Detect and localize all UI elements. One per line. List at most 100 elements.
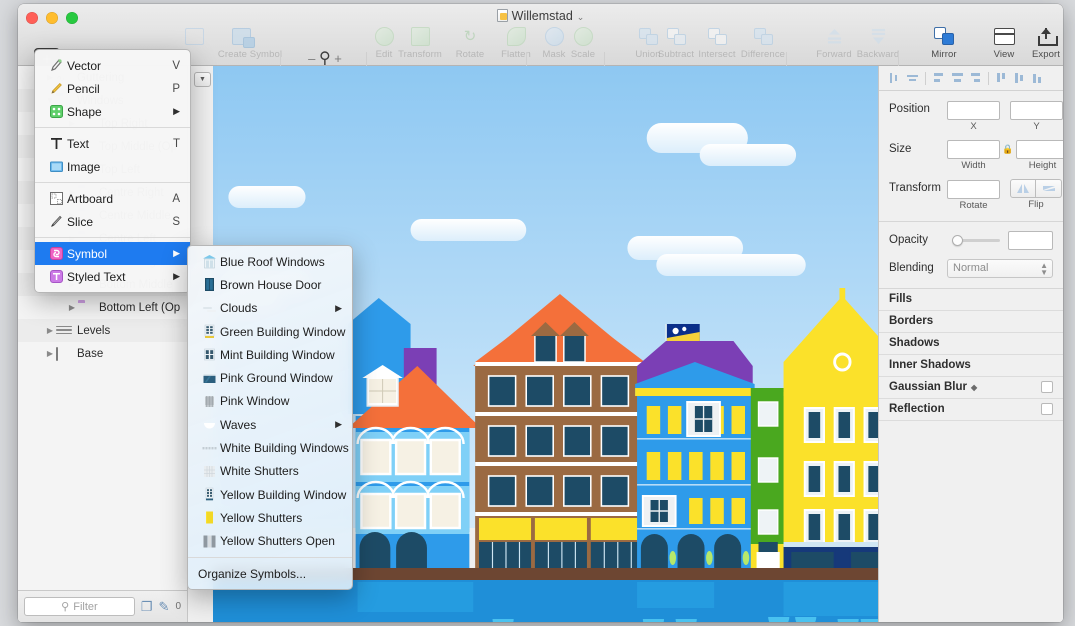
document-title[interactable]: Willemstad⌄ — [18, 9, 1063, 23]
flip-horizontal-button[interactable] — [1010, 179, 1036, 198]
slice-icon — [45, 214, 67, 229]
symbol-menu-item-blue-roof-windows[interactable]: Blue Roof Windows — [188, 250, 352, 273]
align-top-icon[interactable] — [993, 70, 1011, 86]
align-vertical-icon[interactable] — [885, 70, 903, 86]
position-x-input[interactable] — [947, 101, 1000, 120]
menu-separator — [35, 127, 190, 128]
insert-menu[interactable]: VectorVPencilPShape▶TextTImageArtboardAS… — [34, 49, 191, 293]
stepper-icon[interactable]: ◆ — [971, 383, 977, 392]
search-icon: ⚲ — [61, 600, 69, 613]
layer-label: Bottom Left (Op — [99, 302, 180, 314]
inspector-section-header[interactable]: Gaussian Blur◆ — [879, 377, 1063, 399]
menu-item-shape[interactable]: Shape▶ — [35, 100, 190, 123]
symbol-menu-item-white-building-windows[interactable]: White Building Windows — [188, 436, 352, 459]
layer-disclosure-triangle[interactable]: ▶ — [66, 303, 78, 312]
inspector-section-header[interactable]: Reflection — [879, 399, 1063, 421]
align-right-icon[interactable] — [966, 70, 984, 86]
opacity-row: Opacity — [889, 231, 1053, 250]
window-controls[interactable] — [26, 12, 78, 24]
toolbar-mirror[interactable]: Mirror — [916, 26, 972, 60]
layer-label: Levels — [77, 325, 110, 337]
zoom-out-button[interactable]: – — [308, 51, 315, 66]
brown-house-door-symbol — [198, 277, 220, 292]
minimize-button[interactable] — [46, 12, 58, 24]
layer-disclosure-triangle[interactable]: ▶ — [44, 326, 56, 335]
toolbar-scale[interactable]: Scale — [555, 26, 611, 60]
white-building-windows-symbol — [198, 441, 220, 456]
ruler-toggle-button[interactable]: ▼ — [194, 72, 211, 87]
menu-item-slice[interactable]: SliceS — [35, 210, 190, 233]
toolbar-create-symbol-icon-b[interactable] — [213, 26, 269, 48]
styled-text-icon — [45, 269, 67, 284]
search-icon[interactable]: ⚲ — [319, 50, 331, 67]
symbol-menu-item-green-building-window[interactable]: Green Building Window — [188, 320, 352, 343]
symbol-menu-item-yellow-building-window[interactable]: Yellow Building Window — [188, 483, 352, 506]
symbol-menu-item-clouds[interactable]: Clouds▶ — [188, 297, 352, 320]
edit-layer-button[interactable]: ✎ — [159, 599, 170, 615]
chevron-down-icon[interactable]: ⌄ — [577, 12, 585, 22]
symbol-menu-item-waves[interactable]: Waves▶ — [188, 413, 352, 436]
zoom-button[interactable] — [66, 12, 78, 24]
layer-row[interactable]: ▶ Levels — [18, 319, 187, 342]
inspector-section-header[interactable]: Inner Shadows — [879, 355, 1063, 377]
document-icon — [497, 9, 508, 22]
zoom-in-button[interactable]: + — [334, 51, 342, 66]
symbol-menu-item-white-shutters[interactable]: White Shutters — [188, 460, 352, 483]
duplicate-layer-button[interactable]: ❐ — [141, 599, 153, 615]
menu-item-pencil[interactable]: PencilP — [35, 77, 190, 100]
menu-item-vector[interactable]: VectorV — [35, 54, 190, 77]
toolbar-transform[interactable]: Transform — [392, 26, 448, 60]
close-button[interactable] — [26, 12, 38, 24]
blending-select[interactable]: Normal ▲▼ — [947, 259, 1053, 278]
opacity-slider-knob[interactable] — [952, 235, 963, 246]
symbol-menu-item-mint-building-window[interactable]: Mint Building Window — [188, 343, 352, 366]
symbol-create-icon — [185, 28, 204, 45]
align-toolbar[interactable] — [879, 66, 1063, 91]
toolbar-difference[interactable]: Difference — [735, 26, 791, 60]
section-checkbox[interactable] — [1041, 403, 1053, 415]
organize-symbols-menu-item[interactable]: Organize Symbols... — [188, 562, 352, 585]
position-y-input[interactable] — [1010, 101, 1063, 120]
filter-input[interactable]: ⚲ Filter — [24, 597, 135, 616]
menu-item-image[interactable]: Image — [35, 155, 190, 178]
opacity-label: Opacity — [889, 231, 947, 250]
symbol-menu-item-brown-house-door[interactable]: Brown House Door — [188, 273, 352, 296]
inspector-section-header[interactable]: Borders — [879, 311, 1063, 333]
forward-icon — [825, 28, 844, 45]
rotate-input[interactable] — [947, 180, 1000, 199]
align-horizontal-icon[interactable] — [903, 70, 921, 86]
blue-roof-windows-symbol — [198, 254, 220, 269]
inspector-section-header[interactable]: Shadows — [879, 333, 1063, 355]
text-icon — [45, 136, 67, 151]
section-checkbox[interactable] — [1041, 381, 1053, 393]
flip-vertical-button[interactable] — [1036, 179, 1062, 198]
symbol-menu-item-yellow-shutters[interactable]: Yellow Shutters — [188, 506, 352, 529]
layer-row[interactable]: ▶ Bottom Left (Op — [18, 296, 187, 319]
menu-item-symbol[interactable]: Symbol▶ — [35, 242, 190, 265]
menu-item-text[interactable]: TextT — [35, 132, 190, 155]
inspector-section-label: Reflection — [889, 403, 945, 415]
lock-aspect-icon[interactable]: 🔒 — [1000, 140, 1016, 159]
align-left-icon[interactable] — [930, 70, 948, 86]
size-width-input[interactable] — [947, 140, 1000, 159]
toolbar-export[interactable]: Export — [1018, 26, 1063, 60]
align-bottom-icon[interactable] — [1029, 70, 1047, 86]
align-middle-icon[interactable] — [1011, 70, 1029, 86]
layer-disclosure-triangle[interactable]: ▶ — [44, 349, 56, 358]
menu-item-styled-text[interactable]: Styled Text▶ — [35, 265, 190, 288]
inspector-section-header[interactable]: Fills — [879, 289, 1063, 311]
layer-row[interactable]: ▶Base — [18, 342, 187, 365]
opacity-input[interactable] — [1008, 231, 1053, 250]
align-center-icon[interactable] — [948, 70, 966, 86]
inspector-panel: Position X Y Size Width — [878, 66, 1063, 622]
symbol-menu-item-pink-ground-window[interactable]: Pink Ground Window — [188, 366, 352, 389]
size-height-input[interactable] — [1016, 140, 1063, 159]
opacity-slider[interactable] — [952, 231, 1000, 250]
symbol-menu-item-pink-window[interactable]: Pink Window — [188, 390, 352, 413]
app-window: Willemstad⌄ + Create Symbol – ⚲ + — [18, 4, 1063, 622]
symbol-menu-item-yellow-shutters-open[interactable]: Yellow Shutters Open — [188, 530, 352, 553]
menu-item-artboard[interactable]: ArtboardA — [35, 187, 190, 210]
symbol-submenu[interactable]: Blue Roof WindowsBrown House DoorClouds▶… — [187, 245, 353, 590]
inspector-sections: FillsBordersShadowsInner ShadowsGaussian… — [879, 289, 1063, 421]
layer-type-icon — [56, 324, 72, 337]
